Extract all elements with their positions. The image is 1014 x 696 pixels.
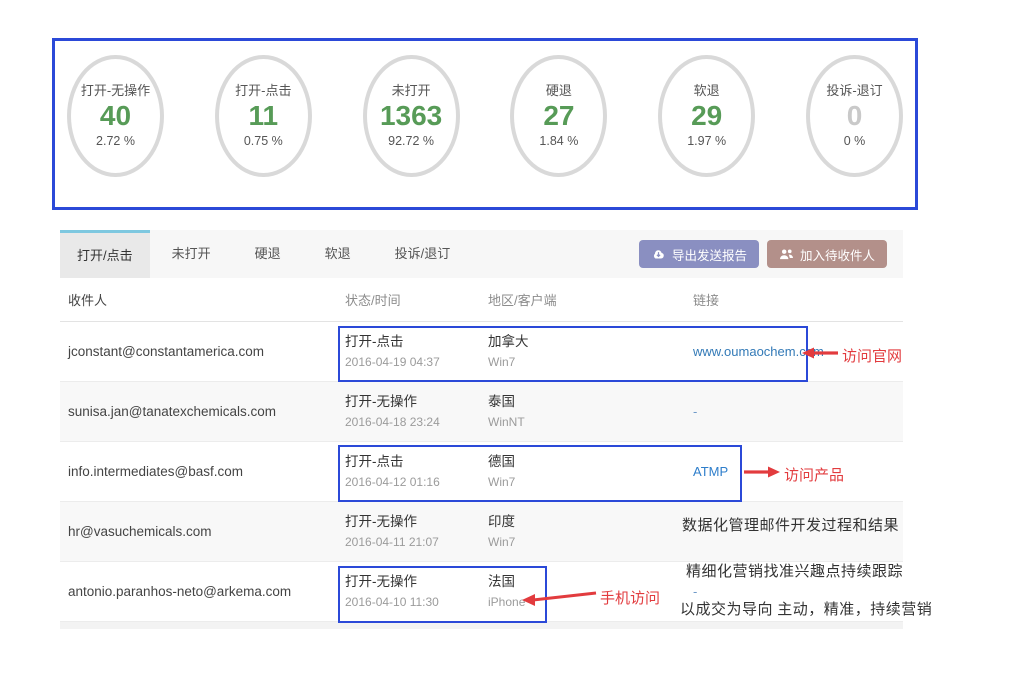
client-text: Win7	[488, 354, 693, 370]
stat-label: 打开-点击	[235, 84, 291, 98]
region-text: 泰国	[488, 393, 693, 410]
table-header: 收件人 状态/时间 地区/客户端 链接	[60, 278, 903, 322]
export-report-button[interactable]: 导出发送报告	[639, 240, 759, 268]
status-time: 2016-04-11 21:07	[345, 534, 488, 550]
client-text: iPhone	[488, 594, 693, 610]
region-text: 加拿大	[488, 333, 693, 350]
recipient-email: antonio.paranhos-neto@arkema.com	[60, 584, 345, 599]
status-time: 2016-04-12 01:16	[345, 474, 488, 490]
status-text: 打开-点击	[345, 333, 488, 350]
tab-open-click[interactable]: 打开/点击	[60, 230, 150, 278]
client-text: Win7	[488, 474, 693, 490]
stat-percent: 0.75 %	[244, 134, 283, 148]
export-report-label: 导出发送报告	[672, 245, 747, 264]
cloud-download-icon	[651, 248, 666, 261]
header-status-time: 状态/时间	[345, 290, 488, 309]
recipient-email: sunisa.jan@tanatexchemicals.com	[60, 404, 345, 419]
region-text: 法国	[488, 573, 693, 590]
status-text: 打开-无操作	[345, 513, 488, 530]
tab-hard-bounce[interactable]: 硬退	[233, 230, 303, 278]
stat-percent: 2.72 %	[96, 134, 135, 148]
header-link: 链接	[693, 290, 903, 309]
stat-hard-bounce: 硬退 27 1.84 %	[510, 55, 607, 177]
stat-percent: 1.97 %	[687, 134, 726, 148]
region-client-cell: 泰国 WinNT	[488, 393, 693, 430]
stat-percent: 0 %	[844, 134, 866, 148]
region-text: 德国	[488, 453, 693, 470]
stat-percent: 1.84 %	[539, 134, 578, 148]
status-text: 打开-无操作	[345, 393, 488, 410]
client-text: WinNT	[488, 414, 693, 430]
table-row: jconstant@constantamerica.com 打开-点击 2016…	[60, 322, 903, 382]
recipient-email: jconstant@constantamerica.com	[60, 344, 345, 359]
stat-label: 软退	[694, 84, 720, 98]
stats-summary-box: 打开-无操作 40 2.72 % 打开-点击 11 0.75 % 未打开 136…	[52, 38, 918, 210]
status-time-cell: 打开-无操作 2016-04-18 23:24	[345, 393, 488, 430]
status-text: 打开-无操作	[345, 573, 488, 590]
table-bottom-strip	[60, 622, 903, 629]
annotation-official-site: 访问官网	[842, 345, 902, 366]
stat-soft-bounce: 软退 29 1.97 %	[658, 55, 755, 177]
status-time-cell: 打开-点击 2016-04-12 01:16	[345, 453, 488, 490]
tracked-link[interactable]: www.oumaochem.com	[693, 344, 824, 359]
tab-complaint-unsubscribe[interactable]: 投诉/退订	[373, 230, 473, 278]
stat-value: 11	[248, 100, 278, 132]
status-time-cell: 打开-无操作 2016-04-10 11:30	[345, 573, 488, 610]
region-client-cell: 加拿大 Win7	[488, 333, 693, 370]
annotation-product: 访问产品	[784, 464, 844, 485]
add-to-recipients-button[interactable]: 加入待收件人	[767, 240, 887, 268]
link-cell: -	[693, 584, 903, 599]
users-icon	[779, 248, 794, 260]
annotation-note-row4: 数据化管理邮件开发过程和结果	[682, 514, 899, 535]
stat-unopened: 未打开 1363 92.72 %	[363, 55, 460, 177]
stat-percent: 92.72 %	[388, 134, 434, 148]
status-time-cell: 打开-无操作 2016-04-11 21:07	[345, 513, 488, 550]
stat-label: 未打开	[392, 84, 431, 98]
status-time: 2016-04-19 04:37	[345, 354, 488, 370]
tab-unopened[interactable]: 未打开	[150, 230, 233, 278]
header-region-client: 地区/客户端	[488, 290, 693, 309]
tab-soft-bounce[interactable]: 软退	[303, 230, 373, 278]
status-time: 2016-04-10 11:30	[345, 594, 488, 610]
stat-value: 0	[847, 100, 863, 132]
client-text: Win7	[488, 534, 693, 550]
table-row: info.intermediates@basf.com 打开-点击 2016-0…	[60, 442, 903, 502]
status-text: 打开-点击	[345, 453, 488, 470]
stat-complaint-unsubscribe: 投诉-退订 0 0 %	[806, 55, 903, 177]
tab-strip: 打开/点击 未打开 硬退 软退 投诉/退订 导出发送报告	[60, 230, 903, 278]
link-cell: -	[693, 404, 903, 419]
region-client-cell: 法国 iPhone	[488, 573, 693, 610]
stat-value: 40	[100, 100, 131, 132]
stat-value: 29	[691, 100, 722, 132]
region-client-cell: 印度 Win7	[488, 513, 693, 550]
add-to-recipients-label: 加入待收件人	[800, 245, 875, 264]
annotation-mobile-visit: 手机访问	[600, 587, 660, 608]
recipient-email: hr@vasuchemicals.com	[60, 524, 345, 539]
stat-value: 1363	[380, 100, 442, 132]
status-time: 2016-04-18 23:24	[345, 414, 488, 430]
stat-open-no-action: 打开-无操作 40 2.72 %	[67, 55, 164, 177]
recipient-email: info.intermediates@basf.com	[60, 464, 345, 479]
stat-label: 投诉-退订	[826, 84, 882, 98]
tracked-link[interactable]: ATMP	[693, 464, 728, 479]
stat-value: 27	[543, 100, 574, 132]
stat-open-click: 打开-点击 11 0.75 %	[215, 55, 312, 177]
status-time-cell: 打开-点击 2016-04-19 04:37	[345, 333, 488, 370]
annotation-note-row5-a: 精细化营销找准兴趣点持续跟踪	[686, 560, 903, 581]
stat-label: 打开-无操作	[81, 84, 150, 98]
stat-label: 硬退	[546, 84, 572, 98]
annotation-note-row5-b: 以成交为导向 主动，精准，持续营销	[680, 598, 932, 619]
header-recipient: 收件人	[60, 290, 345, 309]
table-row: sunisa.jan@tanatexchemicals.com 打开-无操作 2…	[60, 382, 903, 442]
region-text: 印度	[488, 513, 693, 530]
region-client-cell: 德国 Win7	[488, 453, 693, 490]
toolbar: 导出发送报告 加入待收件人	[639, 230, 903, 278]
email-report-page: 打开-无操作 40 2.72 % 打开-点击 11 0.75 % 未打开 136…	[0, 0, 1014, 696]
